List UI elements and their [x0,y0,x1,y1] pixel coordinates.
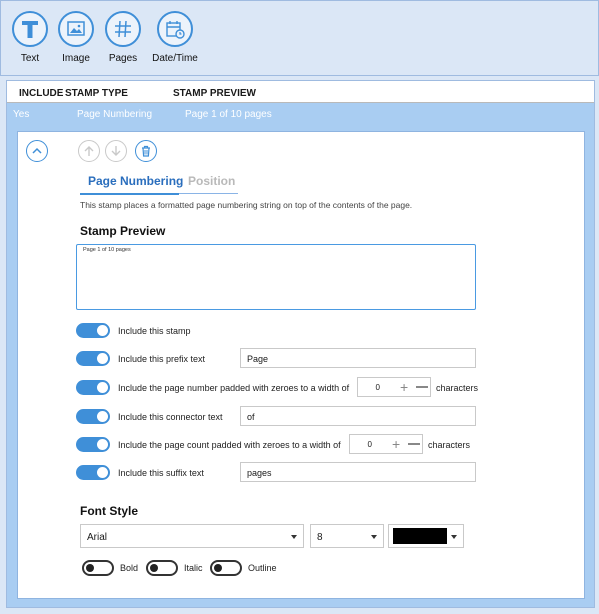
outline-toggle[interactable] [210,560,242,576]
stamp-detail-card: Page Numbering Position This stamp place… [17,131,585,599]
stamp-preview-heading: Stamp Preview [80,224,166,238]
include-stamp-toggle[interactable] [76,323,110,338]
page-number-toggle[interactable] [76,380,110,395]
bold-label: Bold [120,563,139,573]
option-page-number: Include the page number padded with zero… [76,377,576,397]
text-icon [22,21,38,38]
move-down-button[interactable] [105,140,127,162]
font-size-select[interactable]: 8 [310,524,384,548]
hash-icon [115,20,131,38]
page-count-label: Include the page count padded with zeroe… [118,440,341,450]
page-number-width-stepper[interactable]: 0 + [357,377,431,397]
italic-toggle[interactable] [146,560,178,576]
page-count-width-stepper[interactable]: 0 + [349,434,423,454]
image-stamp-label: Image [62,53,90,64]
date-time-stamp-button[interactable]: Date/Time [150,11,200,64]
trash-icon [142,145,150,157]
stamp-description: This stamp places a formatted page numbe… [80,200,413,210]
date-time-stamp-label: Date/Time [152,53,198,64]
minus-icon[interactable] [408,443,420,445]
connector-label: Include this connector text [118,412,223,422]
header-stamp-preview[interactable]: STAMP PREVIEW [173,88,256,99]
detail-tabs: Page Numbering Position [80,174,238,194]
chevron-down-icon [371,535,377,539]
page-count-toggle[interactable] [76,437,110,452]
page-number-width-value: 0 [375,383,380,392]
text-stamp-label: Text [20,53,40,64]
page-number-suffix: characters [436,383,479,393]
header-stamp-type[interactable]: STAMP TYPE [65,88,128,99]
suffix-input[interactable]: pages [240,462,476,482]
stamp-preview-text: Page 1 of 10 pages [83,247,131,253]
option-include-stamp: Include this stamp [76,320,576,340]
tab-position[interactable]: Position [188,174,235,188]
connector-toggle[interactable] [76,409,110,424]
row-include: Yes [13,109,30,120]
arrow-up-icon [84,146,94,156]
page-count-suffix: characters [428,440,471,450]
pages-stamp-label: Pages [108,53,138,64]
outline-label: Outline [248,563,277,573]
plus-icon[interactable]: + [392,436,400,452]
option-connector: Include this connector text of [76,406,576,426]
stamp-preview-box: Page 1 of 10 pages [76,244,476,310]
font-family-value: Arial [87,532,108,543]
toolbar: Text Image Pages Date/Time [0,0,599,76]
arrow-down-icon [111,146,121,156]
table-row[interactable]: Yes Page Numbering Page 1 of 10 pages [7,103,594,125]
option-suffix: Include this suffix text pages [76,462,576,482]
text-stamp-button[interactable]: Text [5,11,55,64]
table-header: INCLUDE STAMP TYPE STAMP PREVIEW [7,81,594,103]
suffix-toggle[interactable] [76,465,110,480]
row-stamp-type: Page Numbering [77,109,153,120]
pages-stamp-button[interactable]: Pages [98,11,148,64]
row-stamp-preview: Page 1 of 10 pages [185,109,272,120]
move-up-button[interactable] [78,140,100,162]
header-include[interactable]: INCLUDE [19,88,63,99]
page-count-width-value: 0 [367,440,372,449]
page-number-label: Include the page number padded with zero… [118,383,350,393]
minus-icon[interactable] [416,386,428,388]
collapse-button[interactable] [26,140,48,162]
font-family-select[interactable]: Arial [80,524,304,548]
option-page-count: Include the page count padded with zeroe… [76,434,576,454]
connector-input[interactable]: of [240,406,476,426]
image-stamp-button[interactable]: Image [51,11,101,64]
plus-icon[interactable]: + [400,379,408,395]
style-toggles: Bold Italic Outline [82,560,482,580]
option-prefix: Include this prefix text Page [76,348,576,368]
tab-page-numbering[interactable]: Page Numbering [88,174,183,188]
chevron-down-icon [451,535,457,539]
font-size-value: 8 [317,532,323,543]
font-color-swatch [393,528,447,544]
prefix-input[interactable]: Page [240,348,476,368]
delete-button[interactable] [135,140,157,162]
font-style-heading: Font Style [80,504,139,518]
bold-toggle[interactable] [82,560,114,576]
active-tab-indicator [80,193,179,195]
image-icon [67,21,85,36]
italic-label: Italic [184,563,203,573]
stamps-panel: INCLUDE STAMP TYPE STAMP PREVIEW Yes Pag… [6,80,595,608]
suffix-label: Include this suffix text [118,468,204,478]
chevron-up-icon [32,147,42,154]
chevron-down-icon [291,535,297,539]
font-color-select[interactable] [388,524,464,548]
prefix-toggle[interactable] [76,351,110,366]
include-stamp-label: Include this stamp [118,326,191,336]
calendar-clock-icon [166,21,185,39]
prefix-label: Include this prefix text [118,354,206,364]
